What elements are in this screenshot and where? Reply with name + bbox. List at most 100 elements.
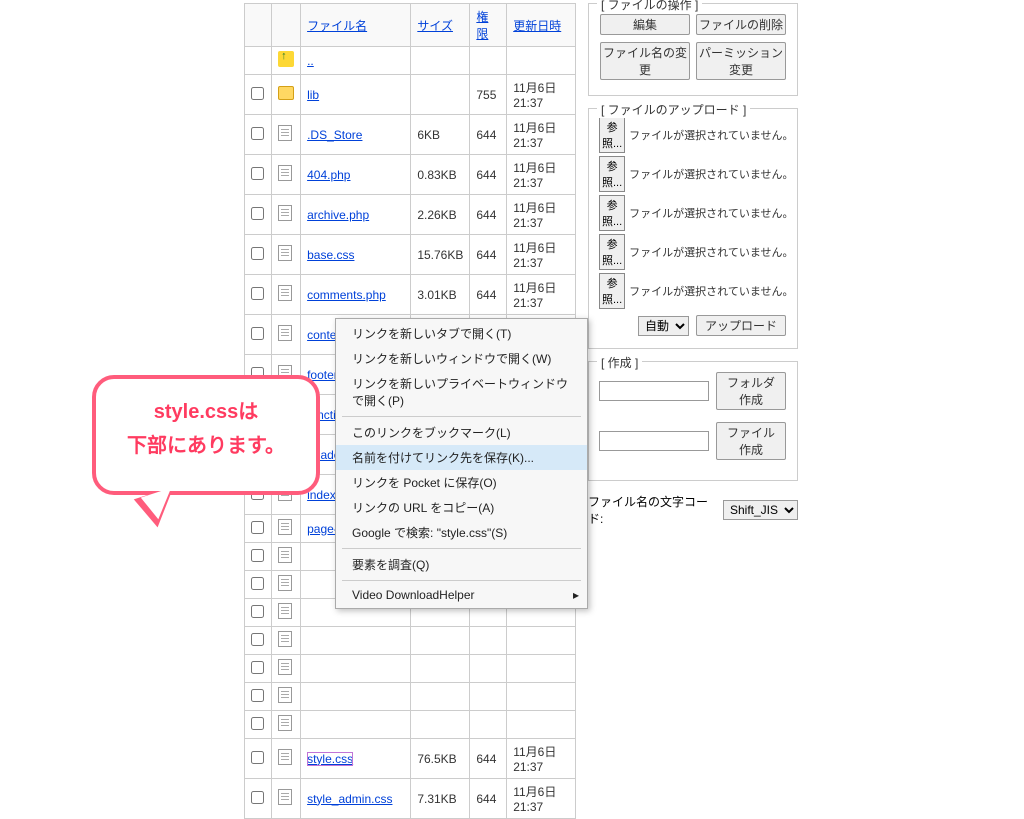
cell-size: 76.5KB	[411, 739, 470, 779]
ctx-open-tab[interactable]: リンクを新しいタブで開く(T)	[336, 321, 587, 346]
row-checkbox[interactable]	[251, 751, 264, 764]
browse-button-3[interactable]: 参照...	[599, 195, 625, 231]
browse-button-2[interactable]: 参照...	[599, 156, 625, 192]
file-ops-title: [ ファイルの操作 ]	[597, 0, 702, 13]
ctx-open-private[interactable]: リンクを新しいプライベートウィンドウで開く(P)	[336, 371, 587, 413]
file-icon	[278, 125, 292, 141]
row-checkbox[interactable]	[251, 87, 264, 100]
cell-date: 11月6日 21:37	[507, 115, 576, 155]
upload-status-2: ファイルが選択されていません。	[629, 166, 793, 182]
browse-button-5[interactable]: 参照...	[599, 273, 625, 309]
cell-date	[507, 711, 576, 739]
row-checkbox[interactable]	[251, 689, 264, 702]
file-icon	[278, 749, 292, 765]
create-file-button[interactable]: ファイル作成	[716, 422, 786, 460]
ctx-vdh[interactable]: Video DownloadHelper▸	[336, 584, 587, 606]
cell-perm	[470, 683, 507, 711]
create-folder-button[interactable]: フォルダ作成	[716, 372, 786, 410]
file-link[interactable]: style.css	[307, 752, 353, 766]
create-panel: [ 作成 ] フォルダ作成 ファイル作成	[588, 361, 798, 481]
file-icon	[278, 603, 292, 619]
row-checkbox[interactable]	[251, 661, 264, 674]
speech-bubble: style.cssは 下部にあります。	[92, 375, 320, 495]
cell-date: 11月6日 21:37	[507, 75, 576, 115]
ctx-sep-1	[342, 416, 581, 417]
row-checkbox[interactable]	[251, 207, 264, 220]
table-row: lib 75511月6日 21:37	[245, 75, 576, 115]
file-icon	[278, 245, 292, 261]
row-checkbox[interactable]	[251, 521, 264, 534]
cell-size	[411, 47, 470, 75]
edit-button[interactable]: 編集	[600, 14, 690, 35]
ctx-save-as[interactable]: 名前を付けてリンク先を保存(K)...	[336, 445, 587, 470]
upload-button[interactable]: アップロード	[696, 315, 786, 336]
file-name-input[interactable]	[599, 431, 709, 451]
file-link[interactable]: ..	[307, 54, 314, 68]
ctx-google[interactable]: Google で検索: "style.css"(S)	[336, 520, 587, 545]
table-row: style.css76.5KB64411月6日 21:37	[245, 739, 576, 779]
header-size[interactable]: サイズ	[417, 19, 453, 33]
file-link[interactable]: comments.php	[307, 288, 386, 302]
rename-button[interactable]: ファイル名の変更	[600, 42, 690, 80]
file-link[interactable]: lib	[307, 88, 319, 102]
cell-date	[507, 683, 576, 711]
cell-size	[411, 683, 470, 711]
row-checkbox[interactable]	[251, 327, 264, 340]
table-row	[245, 711, 576, 739]
row-checkbox[interactable]	[251, 717, 264, 730]
row-checkbox[interactable]	[251, 549, 264, 562]
upload-status-4: ファイルが選択されていません。	[629, 244, 793, 260]
row-checkbox[interactable]	[251, 577, 264, 590]
cell-perm: 644	[470, 779, 507, 819]
upload-status-5: ファイルが選択されていません。	[629, 283, 793, 299]
file-link[interactable]: base.css	[307, 248, 354, 262]
row-checkbox[interactable]	[251, 247, 264, 260]
cell-perm: 644	[470, 155, 507, 195]
file-link[interactable]: style_admin.css	[307, 792, 392, 806]
browse-button-1[interactable]: 参照...	[599, 117, 625, 153]
table-row: ..	[245, 47, 576, 75]
upload-mode-select[interactable]: 自動	[638, 316, 689, 336]
cell-size	[411, 655, 470, 683]
file-link[interactable]: .DS_Store	[307, 128, 362, 142]
table-row	[245, 683, 576, 711]
cell-date: 11月6日 21:37	[507, 195, 576, 235]
folder-icon	[278, 86, 294, 100]
upload-panel: [ ファイルのアップロード ] 参照...ファイルが選択されていません。 参照.…	[588, 108, 798, 349]
speech-line1: style.cssは	[154, 401, 259, 423]
delete-button[interactable]: ファイルの削除	[696, 14, 786, 35]
chmod-button[interactable]: パーミッション変更	[696, 42, 786, 80]
ctx-inspect[interactable]: 要素を調査(Q)	[336, 552, 587, 577]
file-link[interactable]: archive.php	[307, 208, 369, 222]
encoding-label: ファイル名の文字コード:	[588, 493, 717, 527]
row-checkbox[interactable]	[251, 605, 264, 618]
encoding-select[interactable]: Shift_JIS	[723, 500, 798, 520]
folder-name-input[interactable]	[599, 381, 709, 401]
browse-button-4[interactable]: 参照...	[599, 234, 625, 270]
file-link[interactable]: 404.php	[307, 168, 350, 182]
ctx-open-window[interactable]: リンクを新しいウィンドウで開く(W)	[336, 346, 587, 371]
cell-size: 7.31KB	[411, 779, 470, 819]
header-perm[interactable]: 権限	[476, 10, 488, 41]
row-checkbox[interactable]	[251, 167, 264, 180]
upload-title: [ ファイルのアップロード ]	[597, 101, 750, 118]
row-checkbox[interactable]	[251, 287, 264, 300]
ctx-copy-url[interactable]: リンクの URL をコピー(A)	[336, 495, 587, 520]
row-checkbox[interactable]	[251, 791, 264, 804]
ctx-bookmark[interactable]: このリンクをブックマーク(L)	[336, 420, 587, 445]
cell-size: 0.83KB	[411, 155, 470, 195]
table-row	[245, 627, 576, 655]
context-menu: リンクを新しいタブで開く(T) リンクを新しいウィンドウで開く(W) リンクを新…	[335, 318, 588, 609]
row-checkbox[interactable]	[251, 127, 264, 140]
ctx-pocket[interactable]: リンクを Pocket に保存(O)	[336, 470, 587, 495]
cell-perm: 755	[470, 75, 507, 115]
cell-date	[507, 47, 576, 75]
file-icon	[278, 519, 292, 535]
file-ops-panel: [ ファイルの操作 ] 編集 ファイルの削除 ファイル名の変更 パーミッション変…	[588, 3, 798, 96]
upload-status-3: ファイルが選択されていません。	[629, 205, 793, 221]
header-filename[interactable]: ファイル名	[307, 19, 367, 33]
row-checkbox[interactable]	[251, 633, 264, 646]
header-date[interactable]: 更新日時	[513, 19, 561, 33]
file-icon	[278, 325, 292, 341]
cell-date: 11月6日 21:37	[507, 275, 576, 315]
